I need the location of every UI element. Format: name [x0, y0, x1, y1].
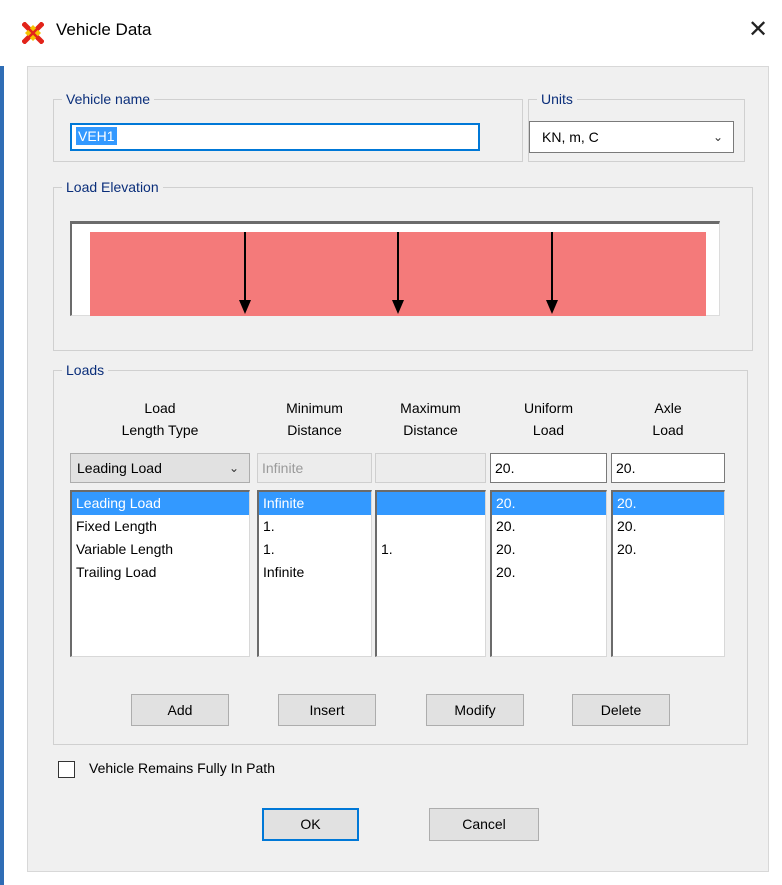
window-title: Vehicle Data	[56, 20, 152, 39]
list-item[interactable]: Trailing Load	[72, 561, 249, 584]
list-item[interactable]: 1.	[377, 538, 485, 561]
vehicle-name-input[interactable]: VEH1	[70, 123, 480, 151]
units-legend: Units	[541, 91, 573, 107]
load-elevation-legend: Load Elevation	[66, 179, 159, 195]
length-type-list[interactable]: Leading Load Fixed Length Variable Lengt…	[70, 490, 250, 657]
max-distance-list[interactable]: 1.	[375, 490, 486, 657]
list-item[interactable]: Infinite	[259, 561, 371, 584]
modify-button[interactable]: Modify	[426, 694, 524, 726]
insert-button[interactable]: Insert	[278, 694, 376, 726]
list-item[interactable]	[377, 515, 485, 538]
list-item[interactable]: Variable Length	[72, 538, 249, 561]
chevron-down-icon: ⌄	[712, 130, 723, 144]
close-icon[interactable]: ✕	[748, 18, 768, 42]
list-item[interactable]: 1.	[259, 515, 371, 538]
list-item[interactable]	[613, 561, 724, 584]
loads-legend: Loads	[66, 362, 105, 378]
length-type-dropdown[interactable]: Leading Load ⌄	[70, 453, 250, 483]
sap2000-app-icon	[22, 22, 44, 44]
vehicle-name-value: VEH1	[76, 127, 117, 145]
ok-button[interactable]: OK	[262, 808, 359, 841]
length-type-value: Leading Load	[77, 460, 162, 476]
header-axle-load: Axle Load	[652, 400, 684, 438]
units-value: KN, m, C	[542, 129, 599, 145]
axle-load-list[interactable]: 20. 20. 20.	[611, 490, 725, 657]
header-uniform-load: Uniform Load	[523, 400, 573, 438]
add-button[interactable]: Add	[131, 694, 229, 726]
list-item[interactable]	[377, 492, 485, 515]
list-item[interactable]: 20.	[613, 515, 724, 538]
axle-arrow-3	[551, 232, 553, 304]
title-bar: Vehicle Data ✕	[0, 0, 782, 66]
header-length-type: Load Length Type	[121, 400, 199, 438]
axle-load-field[interactable]: 20.	[611, 453, 725, 483]
list-item[interactable]: 1.	[259, 538, 371, 561]
list-item[interactable]: Leading Load	[72, 492, 249, 515]
list-item[interactable]: 20.	[492, 538, 606, 561]
max-distance-field	[375, 453, 486, 483]
chevron-down-icon: ⌄	[228, 461, 239, 475]
list-item[interactable]: 20.	[613, 538, 724, 561]
min-distance-field: Infinite	[257, 453, 372, 483]
fully-in-path-label: Vehicle Remains Fully In Path	[89, 760, 275, 776]
fully-in-path-checkbox[interactable]	[58, 761, 75, 778]
vehicle-name-legend: Vehicle name	[66, 91, 151, 107]
uniform-load-field[interactable]: 20.	[490, 453, 607, 483]
list-item[interactable]: 20.	[613, 492, 724, 515]
arrow-down-icon	[546, 300, 558, 314]
dialog-body: Vehicle name VEH1 Units KN, m, C ⌄ Load …	[27, 66, 769, 872]
cancel-button[interactable]: Cancel	[429, 808, 539, 841]
list-item[interactable]: 20.	[492, 561, 606, 584]
units-dropdown[interactable]: KN, m, C ⌄	[529, 121, 734, 153]
window-edge	[0, 0, 4, 885]
list-item[interactable]: Fixed Length	[72, 515, 249, 538]
load-elevation-canvas	[70, 221, 720, 316]
list-item[interactable]: Infinite	[259, 492, 371, 515]
delete-button[interactable]: Delete	[572, 694, 670, 726]
list-item[interactable]: 20.	[492, 515, 606, 538]
min-distance-list[interactable]: Infinite 1. 1. Infinite	[257, 490, 372, 657]
list-item[interactable]	[377, 561, 485, 584]
header-min-distance: Minimum Distance	[286, 400, 343, 438]
header-max-distance: Maximum Distance	[400, 400, 461, 438]
axle-arrow-2	[397, 232, 399, 304]
arrow-down-icon	[392, 300, 404, 314]
arrow-down-icon	[239, 300, 251, 314]
axle-arrow-1	[244, 232, 246, 304]
list-item[interactable]: 20.	[492, 492, 606, 515]
uniform-load-list[interactable]: 20. 20. 20. 20.	[490, 490, 607, 657]
